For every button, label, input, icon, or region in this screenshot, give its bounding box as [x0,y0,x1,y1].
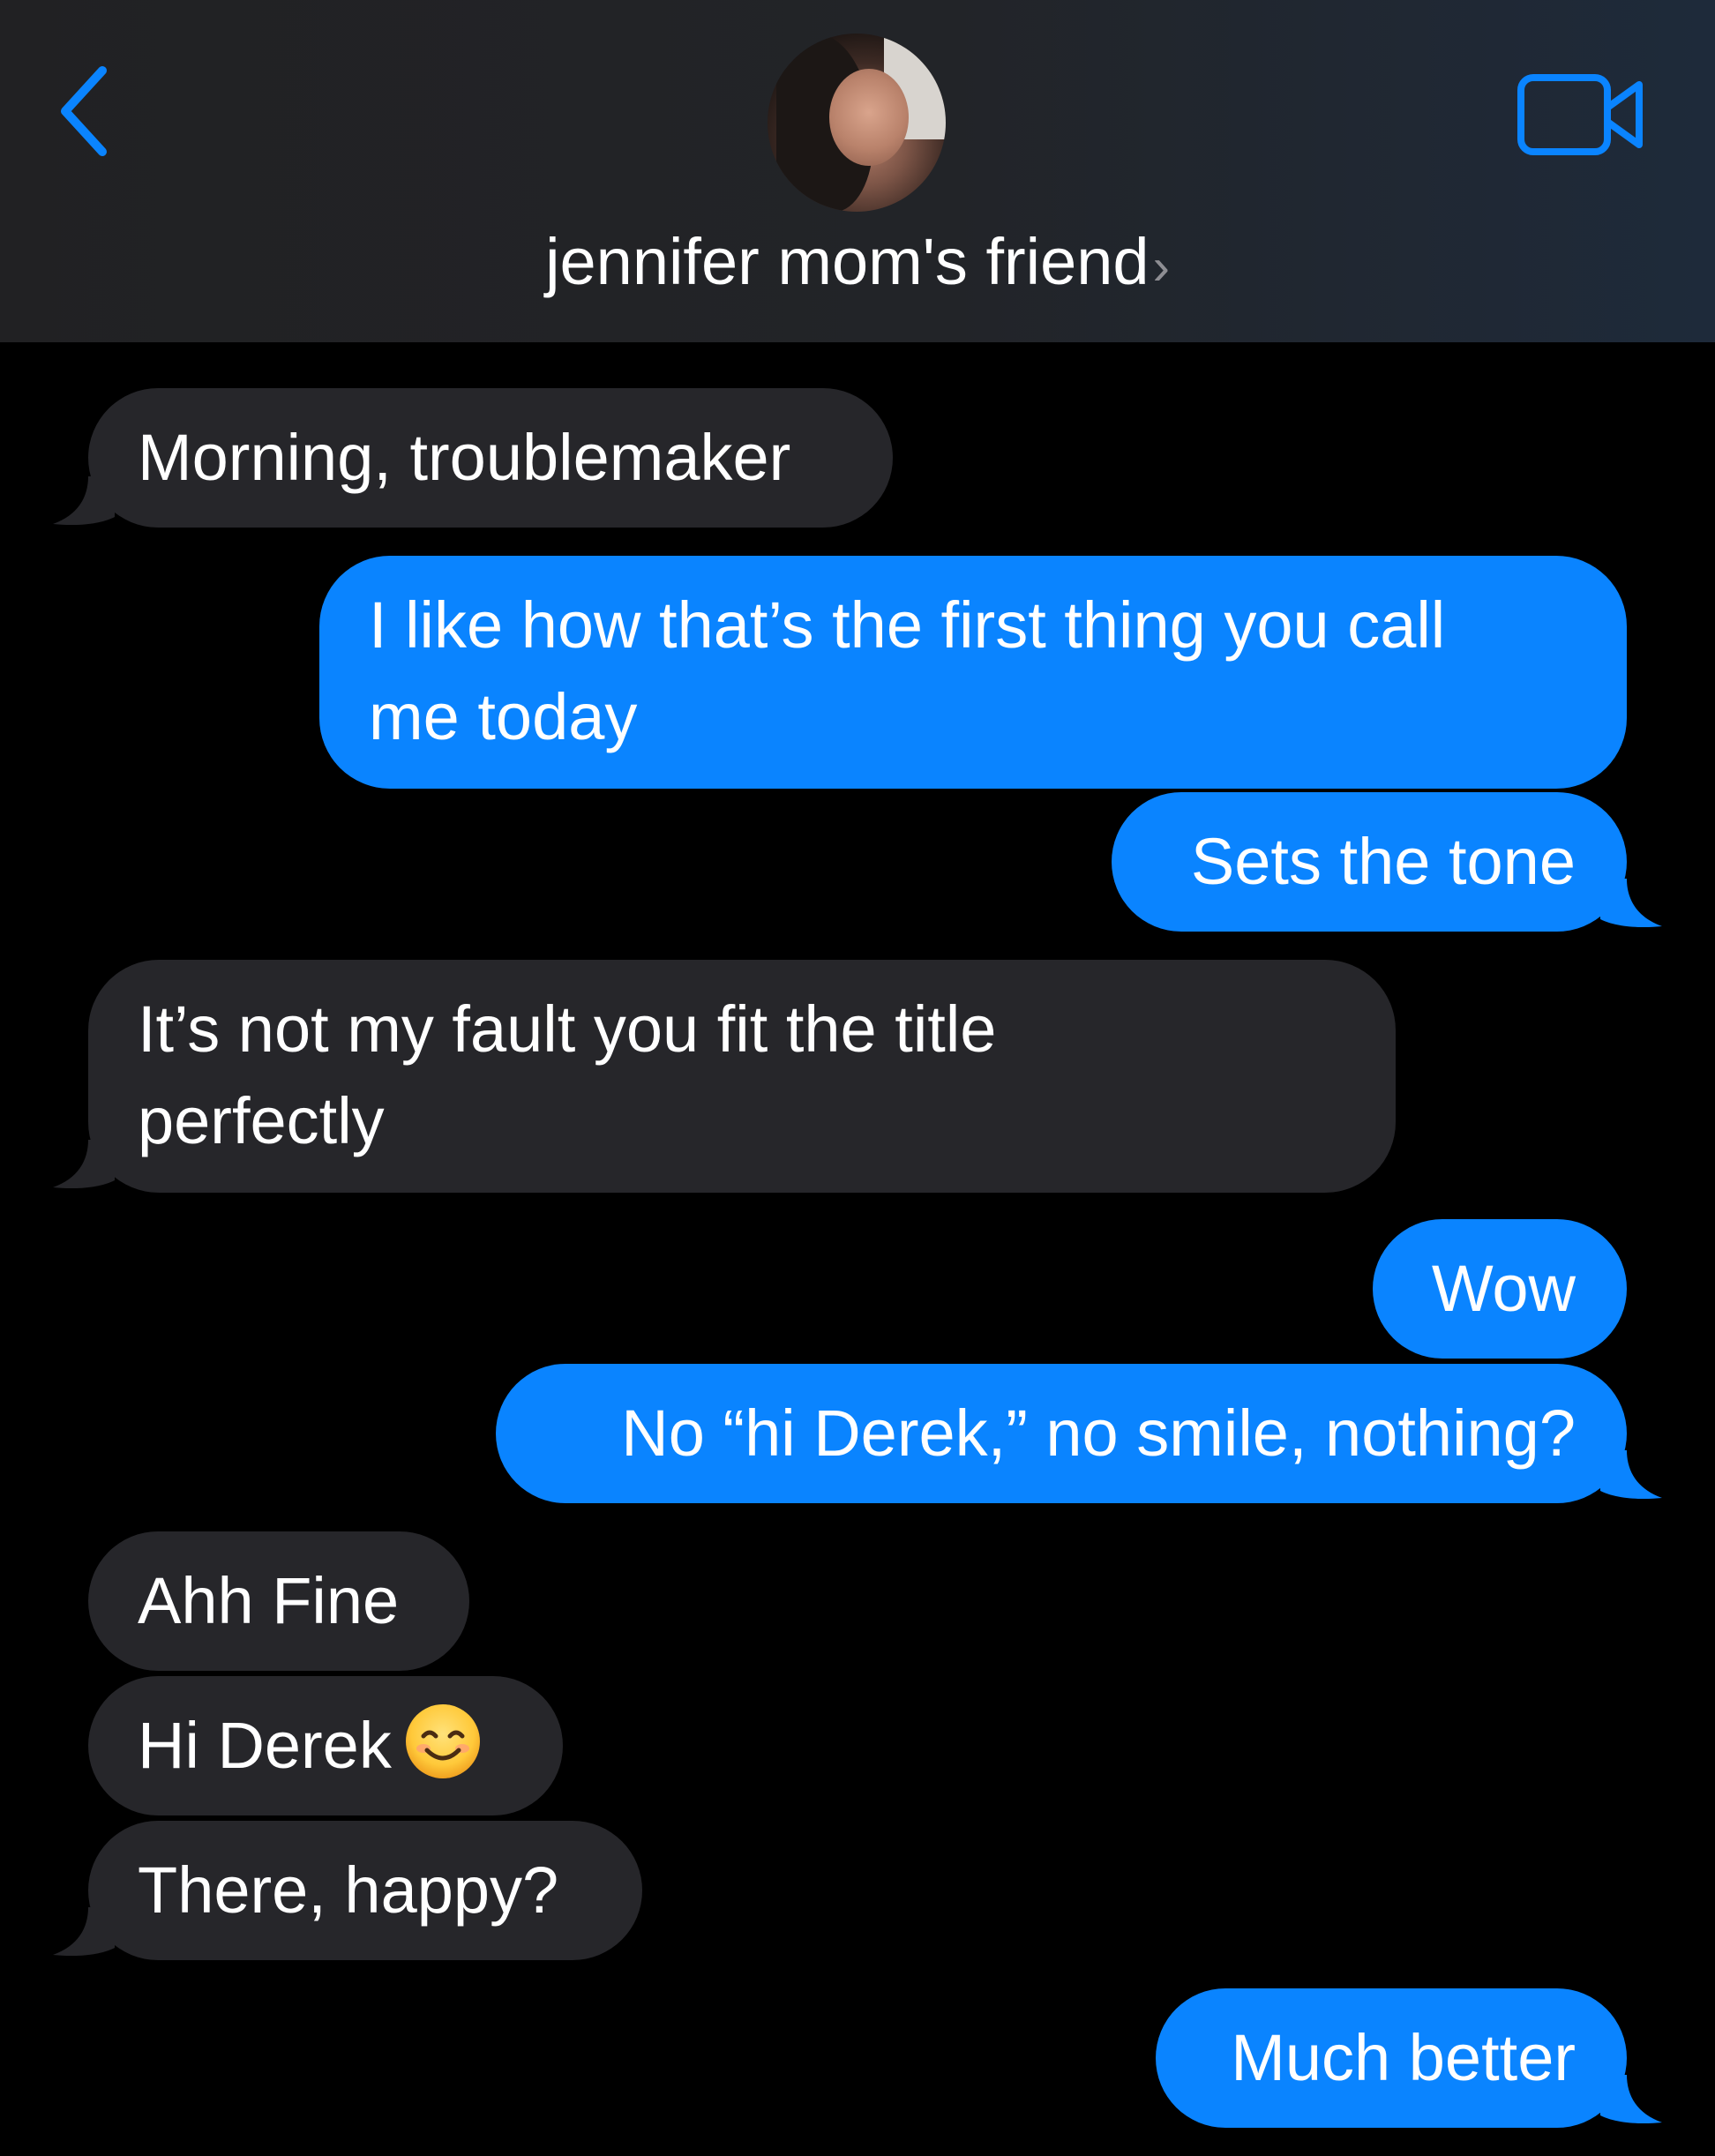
avatar-face [829,69,909,166]
outgoing-message[interactable]: Wow [1373,1219,1627,1359]
incoming-bubble-tail [53,476,115,526]
message-text-line: It’s not my fault you fit the title [138,992,997,1066]
incoming-bubble-tail [53,1140,115,1189]
contact-avatar[interactable] [768,34,946,212]
contact-name: jennifer mom's friend [545,225,1150,298]
incoming-message[interactable]: Ahh Fine [88,1531,469,1671]
incoming-bubble-tail [53,1907,115,1957]
facetime-video-button[interactable] [1516,71,1648,159]
message-text: Sets the tone [1190,825,1576,898]
outgoing-message[interactable]: No “hi Derek,” no smile, nothing? [496,1364,1627,1503]
chevron-right-icon: › [1152,238,1170,296]
video-camera-icon [1517,74,1643,155]
message-text: Ahh Fine [138,1564,400,1637]
incoming-message[interactable]: Hi Derek [88,1676,563,1815]
message-text: Wow [1431,1252,1576,1325]
outgoing-message[interactable]: Much better [1156,1988,1627,2128]
message-text-line: me today [369,680,638,753]
message-text: Morning, troublemaker [138,421,791,494]
outgoing-bubble-tail [1600,2075,1662,2124]
outgoing-message[interactable]: I like how that’s the first thing you ca… [319,556,1627,789]
chevron-left-icon [61,66,107,156]
message-text: There, happy? [138,1853,559,1927]
outgoing-message[interactable]: Sets the tone [1112,792,1627,932]
message-text-line: I like how that’s the first thing you ca… [369,588,1446,662]
message-text: Hi Derek [138,1709,392,1782]
incoming-message[interactable]: Morning, troublemaker [88,388,893,528]
back-button[interactable] [51,58,131,164]
conversation-header: jennifer mom's friend› [0,0,1715,342]
outgoing-bubble-tail [1600,1450,1662,1500]
smiling-face-icon [405,1704,480,1778]
message-text-line: perfectly [138,1084,385,1157]
message-text: No “hi Derek,” no smile, nothing? [621,1396,1576,1470]
incoming-message[interactable]: It’s not my fault you fit the title perf… [88,960,1396,1193]
outgoing-bubble-tail [1600,879,1662,928]
message-text: Much better [1231,2021,1576,2094]
contact-name-button[interactable]: jennifer mom's friend› [0,222,1715,307]
incoming-message[interactable]: There, happy? [88,1821,642,1960]
